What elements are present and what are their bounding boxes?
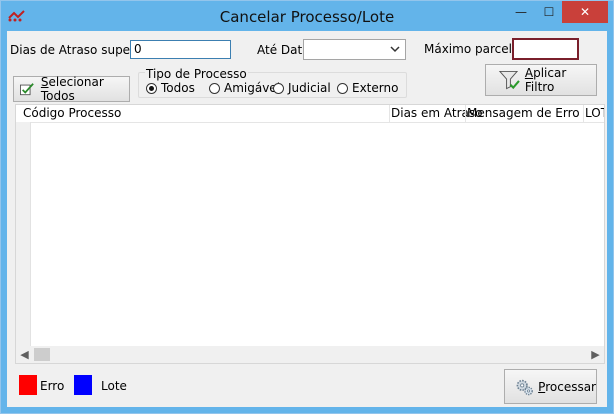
title-bar[interactable]: Cancelar Processo/Lote — ☐ ✕ bbox=[1, 1, 613, 31]
column-divider bbox=[389, 105, 390, 122]
close-button[interactable]: ✕ bbox=[562, 1, 608, 23]
row-indicator-column bbox=[16, 122, 31, 348]
radio-externo[interactable]: Externo bbox=[337, 81, 398, 95]
ate-data-select[interactable] bbox=[303, 39, 406, 60]
ate-data-label: Até Data bbox=[257, 43, 310, 57]
radio-selected-icon bbox=[146, 82, 157, 94]
legend-swatch-lote bbox=[74, 375, 92, 395]
maximize-icon: ☐ bbox=[543, 5, 555, 19]
scroll-left-icon[interactable]: ◀ bbox=[16, 346, 33, 363]
radio-amigavel[interactable]: Amigável bbox=[209, 81, 280, 95]
aplicar-filtro-button[interactable]: Aplicar Filtro bbox=[485, 64, 597, 96]
window: Cancelar Processo/Lote — ☐ ✕ Dias de Atr… bbox=[0, 0, 614, 414]
radio-externo-label: Externo bbox=[352, 81, 399, 95]
legend-swatch-erro bbox=[19, 375, 37, 395]
grid-header: Código Processo Dias em Atraso Mensagem … bbox=[16, 105, 604, 123]
processar-label: Processar bbox=[538, 379, 596, 394]
chevron-down-icon bbox=[390, 46, 400, 53]
dias-atraso-input[interactable]: 0 bbox=[130, 40, 231, 59]
scroll-thumb[interactable] bbox=[34, 348, 50, 361]
maximo-parcelas-input[interactable] bbox=[512, 38, 579, 60]
process-grid[interactable]: Código Processo Dias em Atraso Mensagem … bbox=[15, 104, 605, 364]
selecionar-todos-label: Selecionar Todos bbox=[40, 75, 104, 103]
radio-unselected-icon bbox=[209, 82, 220, 94]
radio-judicial[interactable]: Judicial bbox=[273, 81, 331, 95]
legend-label-erro: Erro bbox=[40, 379, 65, 393]
gears-icon bbox=[516, 379, 533, 395]
minimize-icon: — bbox=[515, 5, 527, 19]
tipo-processo-legend: Tipo de Processo bbox=[145, 67, 248, 81]
client-area: Dias de Atraso superior : 0 Até Data Máx… bbox=[7, 31, 607, 407]
horizontal-scrollbar[interactable]: ◀ ▶ bbox=[16, 346, 604, 363]
radio-judicial-label: Judicial bbox=[288, 81, 331, 95]
radio-unselected-icon bbox=[273, 82, 284, 94]
column-header-mensagem-de-erro[interactable]: Mensagem de Erro bbox=[467, 106, 580, 120]
column-divider bbox=[465, 105, 466, 122]
processar-button[interactable]: Processar bbox=[504, 369, 597, 404]
scroll-right-icon[interactable]: ▶ bbox=[587, 346, 604, 363]
filter-icon bbox=[498, 70, 520, 90]
radio-todos[interactable]: Todos bbox=[146, 81, 195, 95]
column-header-lote[interactable]: LOTE bbox=[585, 106, 604, 120]
selecionar-todos-button[interactable]: Selecionar Todos bbox=[13, 75, 130, 103]
radio-unselected-icon bbox=[337, 82, 348, 94]
aplicar-filtro-label: Aplicar Filtro bbox=[524, 66, 567, 94]
column-header-codigo-processo[interactable]: Código Processo bbox=[23, 106, 121, 120]
maximize-button[interactable]: ☐ bbox=[535, 1, 563, 23]
checkbox-checked-icon bbox=[20, 83, 34, 96]
minimize-button[interactable]: — bbox=[506, 1, 536, 23]
column-divider bbox=[583, 105, 584, 122]
radio-amigavel-label: Amigável bbox=[224, 81, 281, 95]
legend-label-lote: Lote bbox=[101, 379, 127, 393]
close-icon: ✕ bbox=[579, 5, 591, 19]
radio-todos-label: Todos bbox=[161, 81, 195, 95]
